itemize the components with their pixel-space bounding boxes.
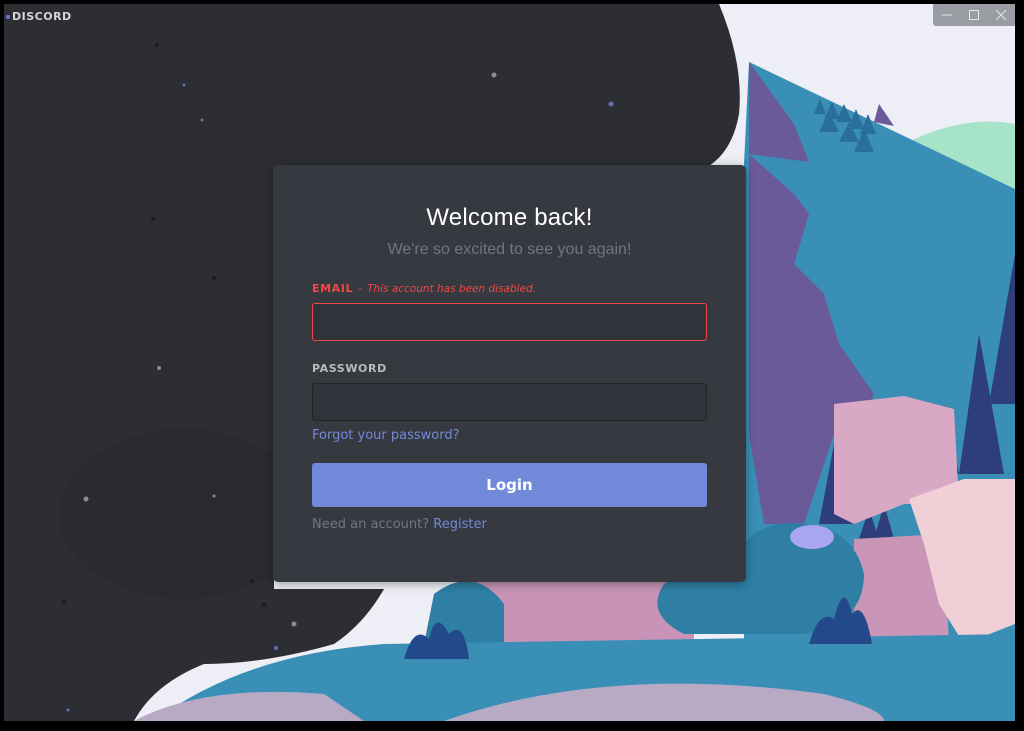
close-button[interactable] (991, 5, 1011, 25)
app-logo: DISCORD (6, 10, 72, 23)
email-label-separator: - (358, 282, 363, 295)
app-name: DISCORD (12, 10, 72, 23)
app-window: DISCORD Welcome back! We're so excited t… (4, 4, 1015, 721)
logo-dot-icon (6, 14, 10, 19)
password-input[interactable] (312, 383, 707, 421)
night-shade (59, 429, 309, 599)
register-row: Need an account? Register (312, 517, 707, 532)
email-input[interactable] (312, 303, 707, 341)
page-title: Welcome back! (426, 204, 593, 231)
maximize-button[interactable] (964, 5, 984, 25)
email-label: EMAIL (312, 282, 354, 295)
minimize-button[interactable] (937, 5, 957, 25)
password-label: PASSWORD (312, 362, 387, 375)
window-controls (933, 4, 1015, 26)
email-label-row: EMAIL - This account has been disabled. (312, 282, 707, 295)
maximize-icon (968, 10, 979, 20)
close-icon (996, 10, 1007, 20)
register-link[interactable]: Register (433, 517, 487, 532)
login-button[interactable]: Login (312, 463, 707, 507)
login-card: Welcome back! We're so excited to see yo… (273, 165, 746, 582)
page-subtitle: We're so excited to see you again! (387, 241, 632, 258)
wumpus (790, 525, 834, 549)
minimize-icon (941, 14, 952, 16)
forgot-password-link[interactable]: Forgot your password? (312, 428, 460, 443)
register-prompt: Need an account? (312, 517, 430, 532)
email-error-message: This account has been disabled. (367, 283, 537, 295)
